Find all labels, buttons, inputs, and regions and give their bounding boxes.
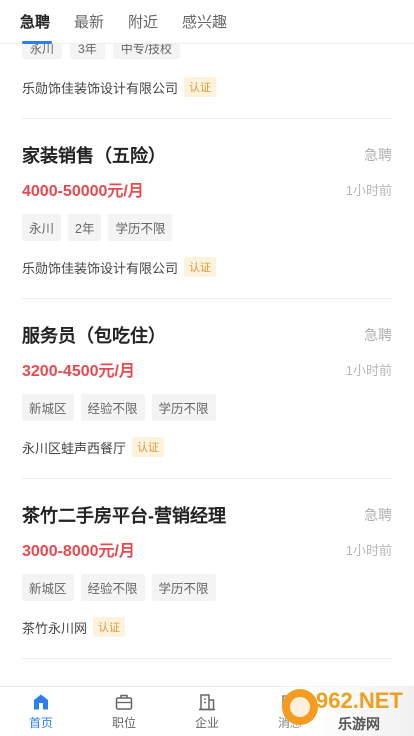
job-card-partial[interactable]: 永川 3年 中专/技校 乐勋饰佳装饰设计有限公司 认证 bbox=[0, 44, 414, 124]
nav-label: 职位 bbox=[111, 716, 136, 730]
job-tag: 学历不限 bbox=[151, 394, 216, 421]
job-tags: 永川 3年 中专/技校 bbox=[22, 44, 181, 59]
post-time: 1小时前 bbox=[345, 543, 392, 558]
cert-badge: 认证 bbox=[184, 77, 217, 97]
post-time: 1小时前 bbox=[345, 363, 392, 378]
cert-badge: 认证 bbox=[184, 257, 217, 277]
urgent-label: 急聘 bbox=[364, 507, 392, 523]
job-title: 茶竹二手房平台-营销经理 bbox=[22, 506, 226, 526]
home-icon bbox=[34, 694, 48, 710]
nav-jobs[interactable]: 职位 bbox=[94, 692, 154, 731]
nav-label: 首页 bbox=[28, 716, 53, 730]
job-tag: 新城区 bbox=[22, 394, 74, 421]
watermark-brand: 962.NET bbox=[316, 688, 403, 713]
tab-interested[interactable]: 感兴趣 bbox=[182, 11, 227, 32]
company-name: 永川区蛙声西餐厅 bbox=[22, 440, 127, 456]
tab-latest[interactable]: 最新 bbox=[74, 11, 104, 32]
site-watermark: 962.NET 乐游网 bbox=[274, 686, 414, 736]
cert-badge: 认证 bbox=[132, 437, 165, 457]
job-card[interactable]: 家装销售（五险） 急聘 4000-50000元/月 1小时前 永川 2年 学历不… bbox=[0, 118, 414, 298]
active-tab-indicator bbox=[22, 41, 52, 44]
company-row: 乐勋饰佳装饰设计有限公司 认证 bbox=[22, 77, 217, 97]
job-tags: 永川 2年 学历不限 bbox=[22, 214, 173, 241]
salary: 3200-4500元/月 bbox=[22, 363, 135, 380]
job-tags: 新城区 经验不限 学历不限 bbox=[22, 394, 216, 421]
divider bbox=[22, 658, 392, 659]
job-title: 服务员（包吃住） bbox=[22, 326, 166, 346]
job-tag: 学历不限 bbox=[108, 214, 173, 241]
job-tag: 永川 bbox=[22, 44, 63, 59]
company-row: 茶竹永川网 认证 bbox=[22, 617, 126, 637]
company-row: 乐勋饰佳装饰设计有限公司 认证 bbox=[22, 257, 217, 277]
job-tag: 新城区 bbox=[22, 574, 74, 601]
company-name: 乐勋饰佳装饰设计有限公司 bbox=[22, 80, 179, 96]
watermark-subtitle: 乐游网 bbox=[338, 716, 380, 732]
job-tag: 2年 bbox=[68, 214, 102, 241]
tab-urgent[interactable]: 急聘 bbox=[20, 11, 50, 32]
nav-companies[interactable]: 企业 bbox=[177, 692, 237, 731]
job-card[interactable]: 茶竹二手房平台-营销经理 急聘 3000-8000元/月 1小时前 新城区 经验… bbox=[0, 478, 414, 658]
job-tag: 3年 bbox=[70, 44, 105, 59]
job-tag: 永川 bbox=[22, 214, 62, 241]
building-icon bbox=[199, 694, 215, 711]
top-tab-bar: 急聘 最新 附近 感兴趣 bbox=[0, 0, 414, 44]
company-name: 茶竹永川网 bbox=[22, 620, 88, 636]
job-tag: 中专/技校 bbox=[112, 44, 181, 59]
urgent-label: 急聘 bbox=[364, 327, 392, 343]
job-tag: 经验不限 bbox=[80, 574, 145, 601]
company-name: 乐勋饰佳装饰设计有限公司 bbox=[22, 260, 179, 276]
job-tag: 经验不限 bbox=[80, 394, 145, 421]
cert-badge: 认证 bbox=[93, 617, 126, 637]
salary: 3000-8000元/月 bbox=[22, 543, 135, 560]
job-tags: 新城区 经验不限 学历不限 bbox=[22, 574, 216, 601]
job-card[interactable]: 服务员（包吃住） 急聘 3200-4500元/月 1小时前 新城区 经验不限 学… bbox=[0, 298, 414, 478]
nav-label: 企业 bbox=[194, 716, 219, 730]
urgent-label: 急聘 bbox=[364, 147, 392, 163]
watermark-logo-icon bbox=[282, 689, 318, 725]
nav-home[interactable]: 首页 bbox=[11, 692, 71, 731]
job-tag: 学历不限 bbox=[151, 574, 216, 601]
salary: 4000-50000元/月 bbox=[22, 183, 144, 200]
briefcase-icon bbox=[115, 694, 133, 710]
company-row: 永川区蛙声西餐厅 认证 bbox=[22, 437, 165, 457]
job-title: 家装销售（五险） bbox=[22, 146, 166, 166]
tab-nearby[interactable]: 附近 bbox=[128, 11, 158, 32]
post-time: 1小时前 bbox=[345, 183, 392, 198]
